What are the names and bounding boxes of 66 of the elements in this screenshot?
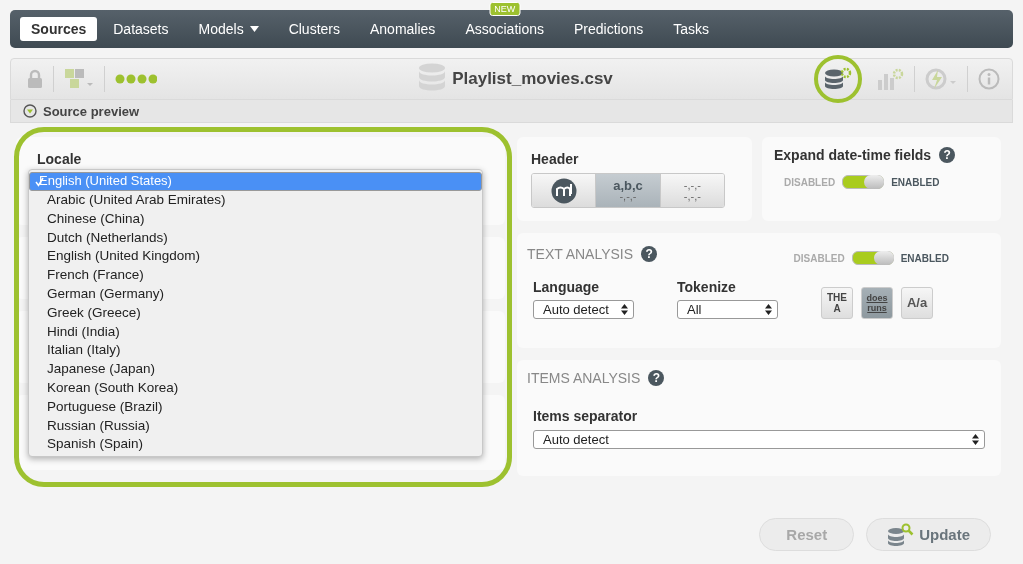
locale-option[interactable]: Japanese (Japan)	[29, 360, 482, 379]
section-title: Source preview	[43, 103, 140, 119]
locale-option[interactable]: German (Germany)	[29, 285, 482, 304]
nav-tab[interactable]: Tasks	[662, 17, 721, 41]
analysis-option-button[interactable]: does runs	[861, 287, 893, 319]
toggle-label: ENABLED	[891, 176, 940, 188]
locale-option[interactable]: Arabic (United Arab Emirates)	[29, 191, 482, 210]
section-header[interactable]: Source preview	[10, 100, 1013, 123]
header-option[interactable]	[532, 174, 597, 207]
nav-tab[interactable]: Associations	[454, 17, 555, 41]
locale-option[interactable]: Spanish (Spain)	[29, 435, 482, 455]
file-title: Playlist_movies.csv	[452, 69, 613, 89]
toggle-label: DISABLED	[784, 176, 836, 188]
tokenize-select[interactable]: All	[677, 300, 778, 319]
locale-option[interactable]: Hindi (India)	[29, 322, 482, 342]
language-select[interactable]: Auto detect	[533, 300, 634, 319]
updown-arrows-icon	[972, 434, 979, 445]
updown-arrows-icon	[621, 304, 628, 315]
help-icon[interactable]: ?	[648, 370, 665, 386]
locale-option[interactable]: Korean (South Korea)	[29, 378, 482, 398]
lock-icon[interactable]	[27, 69, 43, 89]
database-search-icon	[887, 522, 916, 547]
toggle-switch[interactable]	[842, 175, 885, 189]
locale-option[interactable]: English (United Kingdom)	[29, 247, 482, 267]
locale-option[interactable]: Dutch (Netherlands)	[29, 228, 482, 248]
nav-tab[interactable]: Clusters	[277, 17, 351, 41]
section-label: TEXT ANALYSIS	[527, 246, 634, 262]
nav-tab[interactable]: Anomalies	[359, 17, 447, 41]
locale-option[interactable]: Portuguese (Brazil)	[29, 397, 482, 417]
database-settings-icon[interactable]	[824, 67, 852, 91]
toggle-label: ENABLED	[900, 252, 949, 264]
nav-tab[interactable]: Sources	[20, 17, 98, 41]
locale-option[interactable]: Russian (Russia)	[29, 416, 482, 436]
new-badge: NEW	[489, 2, 521, 16]
nav-tab[interactable]: Predictions	[562, 17, 655, 41]
nav-tab[interactable]: Models	[187, 17, 270, 41]
separator-label: Items separator	[533, 408, 639, 424]
expand-icon	[23, 104, 37, 118]
language-label: Language	[533, 279, 601, 295]
locale-option[interactable]: Chinese (China)	[29, 209, 482, 229]
toggle-label: DISABLED	[793, 252, 845, 264]
chart-settings-icon[interactable]	[876, 68, 904, 90]
numbers-icon[interactable]	[64, 68, 94, 90]
lightning-icon[interactable]	[925, 68, 957, 90]
expand-label: Expand date-time fields	[774, 147, 932, 163]
help-icon[interactable]: ?	[939, 147, 956, 163]
help-icon[interactable]: ?	[641, 246, 658, 262]
locale-option[interactable]: Greek (Greece)	[29, 303, 482, 323]
locale-option[interactable]: French (France)	[29, 266, 482, 285]
locale-option[interactable]: Italian (Italy)	[29, 341, 482, 361]
separator-select[interactable]: Auto detect	[533, 430, 985, 449]
ml-logo-icon	[550, 177, 577, 204]
header-option[interactable]: -,-,- -,-,-	[660, 174, 724, 207]
header-option[interactable]: a,b,c -,-,-	[596, 174, 661, 207]
section-label: ITEMS ANALYSIS	[527, 370, 641, 386]
toggle-switch[interactable]	[851, 251, 894, 265]
progress-dots-icon	[115, 74, 157, 84]
update-button[interactable]: Update	[866, 518, 991, 551]
header-label: Header	[531, 151, 580, 167]
analysis-option-button[interactable]: A/a	[901, 287, 933, 319]
nav-tab[interactable]: Datasets	[102, 17, 180, 41]
tokenize-label: Tokenize	[677, 279, 737, 295]
updown-arrows-icon	[765, 304, 772, 315]
analysis-option-button[interactable]: THE A	[821, 287, 853, 319]
locale-label: Locale	[37, 151, 83, 167]
info-icon[interactable]	[978, 68, 1000, 90]
